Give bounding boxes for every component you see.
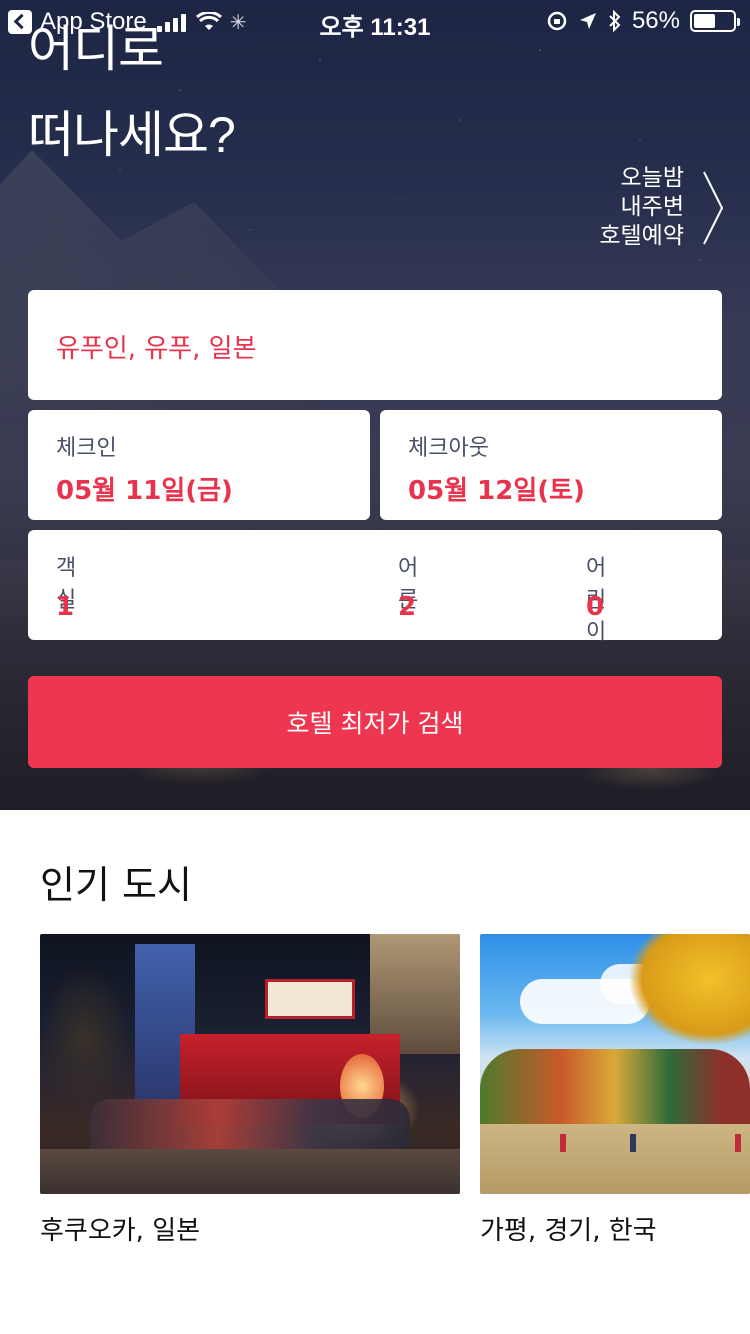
city-name: 후쿠오카, 일본 [40,1216,201,1246]
checkout-date-field[interactable]: 체크아웃 05월 12일(토) [380,410,722,520]
city-card-gapyeong[interactable]: 가평, 경기, 한국 [480,934,750,1247]
battery-icon [690,10,740,32]
location-arrow-icon [579,13,596,29]
battery-percent: 56% [631,7,680,34]
tonight-link-text: 오늘밤 내주변 호텔예약 [599,164,684,251]
hero-title-line2: 떠나세요? [28,107,236,163]
rooms-value: 1 [56,592,75,622]
bluetooth-icon [609,10,621,32]
guests-field[interactable]: 객실 1 어른 2 어린이 0 [28,530,722,645]
children-value: 0 [586,592,605,622]
tonight-link-line1: 오늘밤 [620,165,684,191]
city-photo [480,934,750,1194]
checkin-value: 05월 11일(금) [56,476,233,506]
hero-title-line1: 어디로 [28,21,164,77]
status-right-group: 56% [546,7,740,35]
battery-level-fill [694,14,716,28]
chevron-right-icon [703,171,724,244]
city-name: 가평, 경기, 한국 [480,1216,657,1246]
tonight-nearby-hotel-link[interactable]: 오늘밤 내주변 호텔예약 [599,164,724,251]
orientation-lock-icon [547,11,567,31]
tonight-link-line2: 내주변 [620,194,684,220]
destination-field[interactable]: 유푸인, 유푸, 일본 [28,290,722,400]
checkin-date-field[interactable]: 체크인 05월 11일(금) [28,410,370,520]
city-card-fukuoka[interactable]: 후쿠오카, 일본 [40,934,460,1247]
checkout-value: 05월 12일(토) [408,476,585,506]
popular-cities-title: 인기 도시 [40,863,192,907]
checkin-label: 체크인 [56,436,117,461]
city-photo [40,934,460,1194]
tonight-link-line3: 호텔예약 [599,223,684,249]
checkout-label: 체크아웃 [408,436,489,461]
destination-value: 유푸인, 유푸, 일본 [56,334,257,364]
search-hotels-button[interactable]: 호텔 최저가 검색 [28,676,722,768]
hero-title: 어디로 떠나세요? [28,6,236,178]
adults-value: 2 [398,592,417,622]
